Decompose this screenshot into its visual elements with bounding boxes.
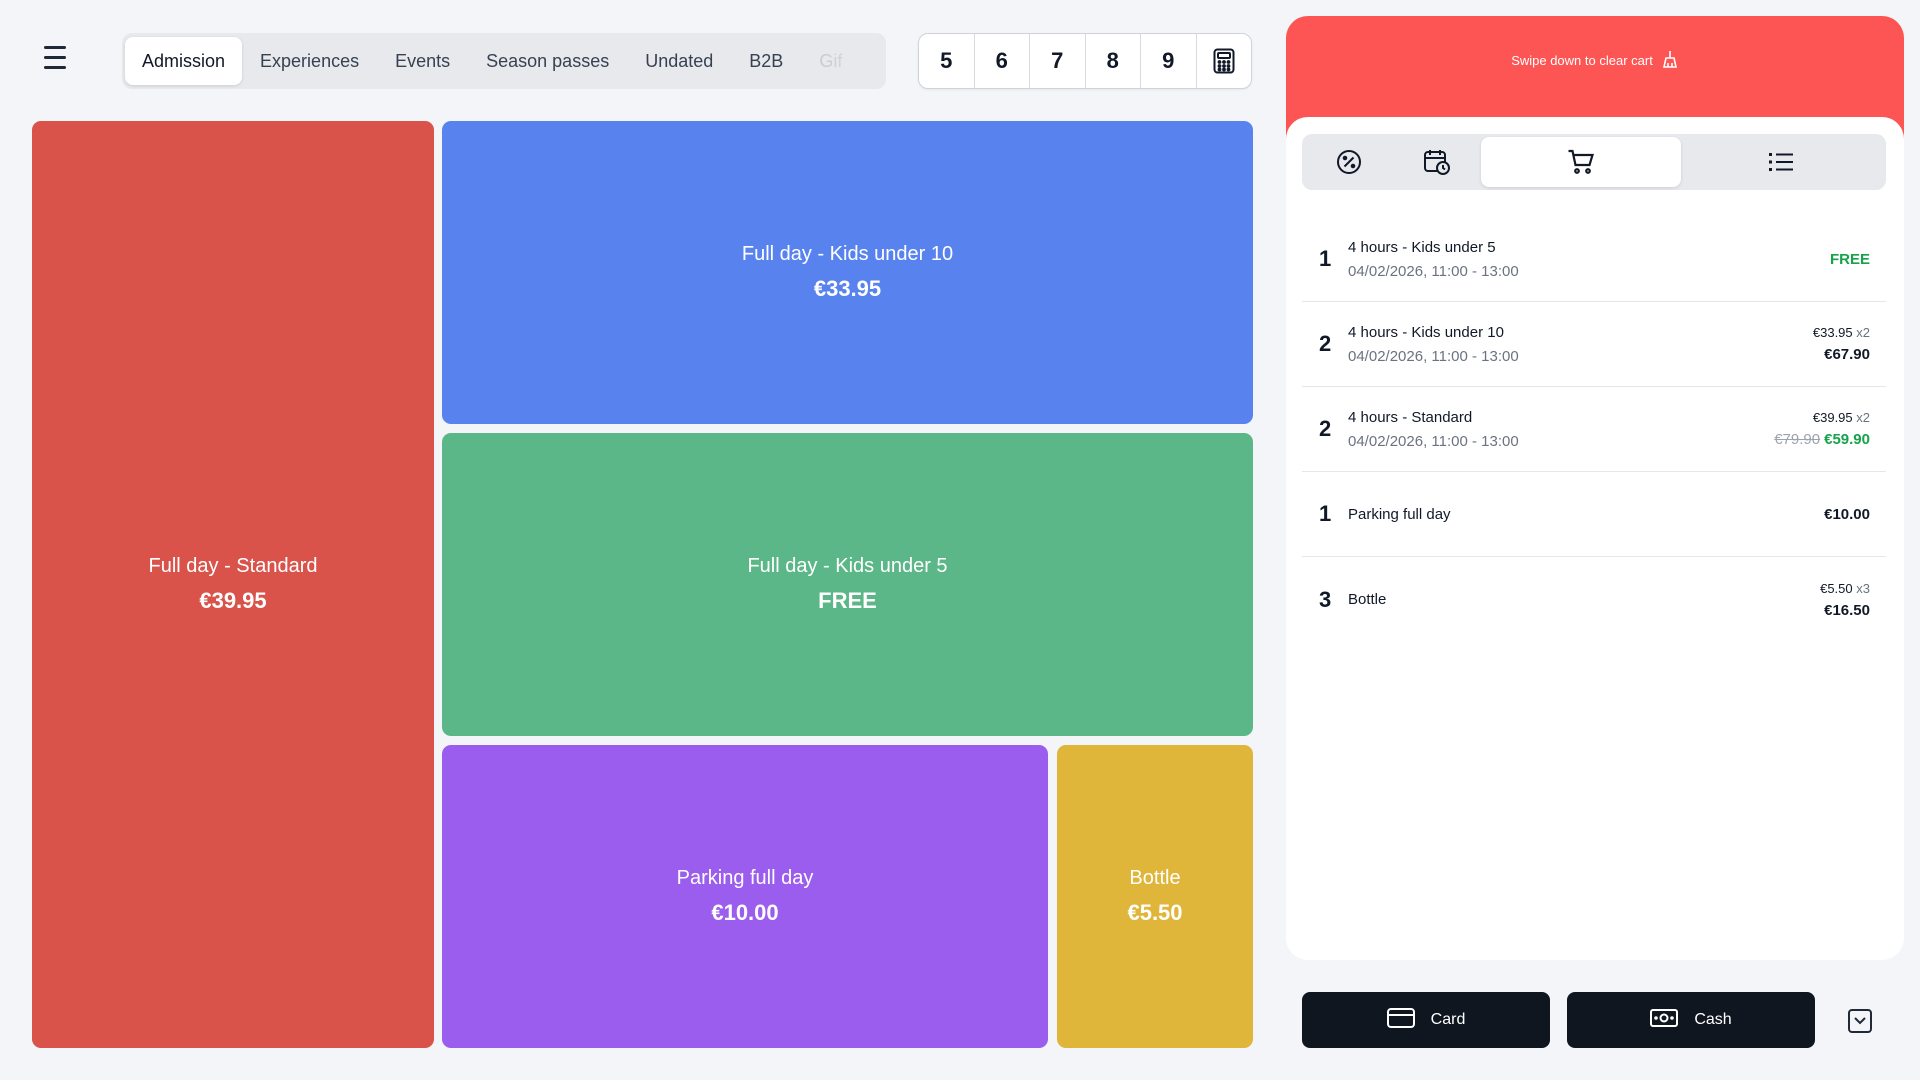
cart-item-date: 04/02/2026, 11:00 - 13:00 <box>1348 432 1519 450</box>
tab-admission[interactable]: Admission <box>125 37 243 85</box>
cart-item-total: €16.50 <box>1824 601 1870 619</box>
cart-item-qty: 2 <box>1319 416 1332 441</box>
cart-item-total: €10.00 <box>1824 505 1870 523</box>
chevron-down-icon[interactable] <box>1848 1009 1872 1033</box>
quantity-pad: 5 6 7 8 9 <box>918 33 1252 89</box>
cart-item-name: 4 hours - Standard <box>1348 408 1473 426</box>
cart-item-unit-price: €39.95 <box>1812 410 1853 425</box>
cart-item[interactable]: 1 Parking full day €10.00 <box>1302 472 1886 557</box>
calendar-clock-icon[interactable] <box>1393 137 1481 187</box>
cart-item-name: Parking full day <box>1348 505 1451 523</box>
cart-item-multiplier: x2 <box>1856 325 1870 340</box>
tile-price: €5.50 <box>1127 900 1183 925</box>
cart-item-qty: 2 <box>1319 331 1332 356</box>
tile-price: FREE <box>818 588 877 613</box>
tile-name: Full day - Standard <box>148 555 318 577</box>
cart-item-multiplier: x3 <box>1856 580 1870 596</box>
cart-item[interactable]: 2 4 hours - Kids under 10 04/02/2026, 11… <box>1302 302 1886 387</box>
cart-item-name: Bottle <box>1348 591 1387 608</box>
tab-undated[interactable]: Undated <box>627 37 731 85</box>
cart-item-unit-price: €5.50 <box>1820 580 1853 596</box>
tile-price: €33.95 <box>813 276 882 301</box>
card-payment-button[interactable]: Card <box>1302 992 1550 1048</box>
discount-icon[interactable] <box>1305 137 1393 187</box>
qty-button-9[interactable]: 9 <box>1141 34 1197 88</box>
tab-gift[interactable]: Gif <box>801 37 860 85</box>
product-tile-full-day-standard[interactable]: Full day - Standard €39.95 <box>32 121 434 1048</box>
cart-item-name: 4 hours - Kids under 5 <box>1348 238 1496 256</box>
swipe-to-clear[interactable]: Swipe down to clear cart <box>1286 50 1904 71</box>
list-icon[interactable] <box>1681 137 1881 187</box>
credit-card-icon <box>1386 1007 1415 1033</box>
tile-price: €39.95 <box>199 588 267 613</box>
menu-icon[interactable] <box>44 46 76 74</box>
cart-item-qty: 3 <box>1319 586 1332 612</box>
cart-item[interactable]: 2 4 hours - Standard 04/02/2026, 11:00 -… <box>1302 387 1886 472</box>
cart-item-name: 4 hours - Kids under 10 <box>1348 323 1504 341</box>
cart-view-switcher <box>1302 134 1886 190</box>
cart-item-qty: 1 <box>1319 501 1332 526</box>
broom-icon <box>1661 50 1679 71</box>
cart-item-discounted-total: €59.90 <box>1824 431 1870 448</box>
cart-item[interactable]: 1 4 hours - Kids under 5 04/02/2026, 11:… <box>1302 217 1886 302</box>
product-tile-kids-under-10[interactable]: Full day - Kids under 10 €33.95 <box>442 121 1253 424</box>
tab-b2b[interactable]: B2B <box>731 37 801 85</box>
tile-name: Parking full day <box>676 867 814 889</box>
product-tile-kids-under-5[interactable]: Full day - Kids under 5 FREE <box>442 433 1253 736</box>
cart-item-date: 04/02/2026, 11:00 - 13:00 <box>1348 262 1519 280</box>
card-label: Card <box>1430 1011 1466 1028</box>
tile-price: €10.00 <box>711 900 779 925</box>
product-tile-parking[interactable]: Parking full day €10.00 <box>442 745 1048 1048</box>
cart-item-old-total: €79.90 <box>1774 431 1821 448</box>
swipe-text: Swipe down to clear cart <box>1511 53 1653 68</box>
product-tile-bottle[interactable]: Bottle €5.50 <box>1057 745 1253 1048</box>
qty-button-5[interactable]: 5 <box>919 34 975 88</box>
cash-icon <box>1650 1008 1679 1033</box>
tile-name: Full day - Kids under 10 <box>741 243 954 265</box>
calculator-icon[interactable] <box>1197 34 1252 88</box>
qty-button-6[interactable]: 6 <box>975 34 1030 88</box>
cart-item-multiplier: x2 <box>1856 410 1870 425</box>
cash-payment-button[interactable]: Cash <box>1567 992 1815 1048</box>
cart-item[interactable]: 3 Bottle €5.50 x3 €16.50 <box>1302 557 1886 642</box>
tab-season-passes[interactable]: Season passes <box>468 37 627 85</box>
tab-experiences[interactable]: Experiences <box>242 37 377 85</box>
qty-button-8[interactable]: 8 <box>1086 34 1141 88</box>
tile-name: Bottle <box>1129 867 1181 889</box>
cart-items: 1 4 hours - Kids under 5 04/02/2026, 11:… <box>1302 217 1886 642</box>
cart-item-date: 04/02/2026, 11:00 - 13:00 <box>1348 347 1519 365</box>
cart-item-qty: 1 <box>1319 246 1332 271</box>
cash-label: Cash <box>1694 1011 1732 1028</box>
cart-item-total: €67.90 <box>1824 346 1870 363</box>
cart-item-free: FREE <box>1829 250 1870 268</box>
tab-events[interactable]: Events <box>377 37 468 85</box>
cart-icon[interactable] <box>1481 137 1681 187</box>
cart-item-unit-price: €33.95 <box>1812 325 1853 340</box>
category-tabs: Admission Experiences Events Season pass… <box>122 33 886 89</box>
cart-panel: 1 4 hours - Kids under 5 04/02/2026, 11:… <box>1286 117 1904 960</box>
tile-name: Full day - Kids under 5 <box>747 555 948 577</box>
qty-button-7[interactable]: 7 <box>1030 34 1086 88</box>
